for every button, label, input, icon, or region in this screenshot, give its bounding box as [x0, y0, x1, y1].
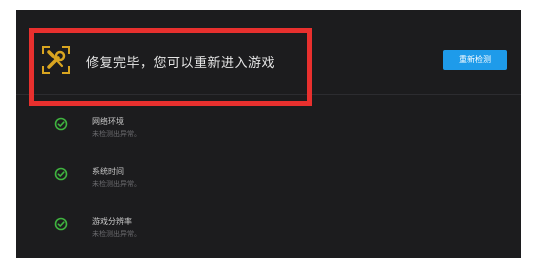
list-item: 网络环境 未检测出异常。 [16, 110, 521, 140]
check-status: 未检测出异常。 [92, 230, 141, 238]
check-status: 未检测出异常。 [92, 130, 141, 138]
list-item: 游戏分辨率 未检测出异常。 [16, 210, 521, 240]
recheck-button[interactable]: 重新检测 [443, 50, 507, 70]
wrench-screwdriver-icon [42, 46, 70, 74]
check-name: 系统时间 [92, 167, 124, 176]
check-name: 游戏分辨率 [92, 217, 132, 226]
repair-complete-title: 修复完毕，您可以重新进入游戏 [86, 56, 276, 71]
check-circle-icon [54, 116, 68, 131]
diagnostic-panel: 修复完毕，您可以重新进入游戏 重新检测 网络环境 未检测出异常。 系统时间 未检… [16, 10, 521, 258]
check-circle-icon [54, 216, 68, 231]
check-status: 未检测出异常。 [92, 180, 141, 188]
check-circle-icon [54, 166, 68, 181]
repair-header: 修复完毕，您可以重新进入游戏 重新检测 [16, 10, 521, 95]
check-name: 网络环境 [92, 117, 124, 126]
list-item: 系统时间 未检测出异常。 [16, 160, 521, 190]
